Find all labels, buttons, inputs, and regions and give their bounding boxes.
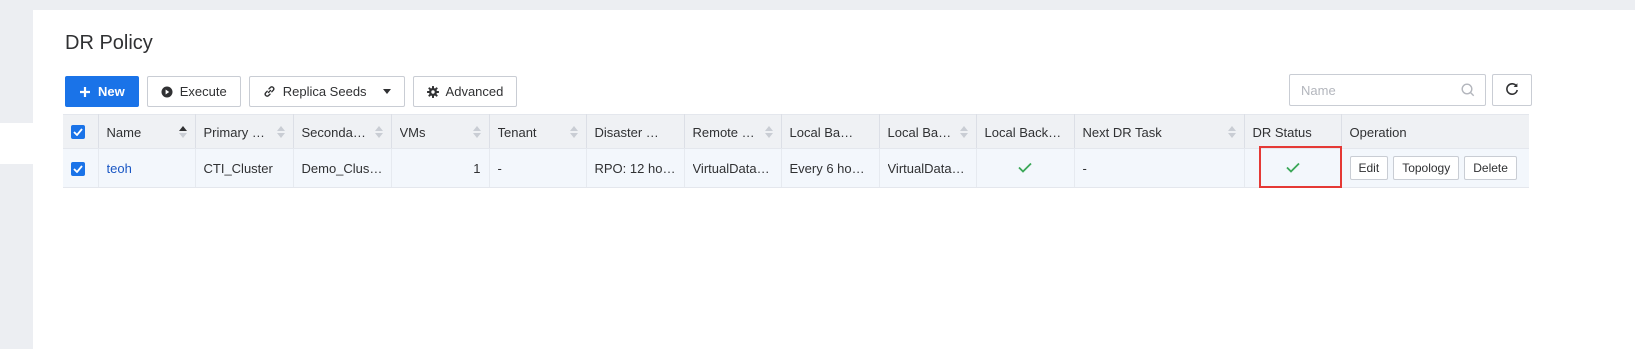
plus-icon [79, 86, 91, 98]
cell-local-backup-3 [976, 148, 1075, 188]
col-header-disaster-recovery[interactable]: Disaster Rec… [586, 114, 685, 149]
cell-disaster-recovery: RPO: 12 hours [586, 148, 685, 188]
dr-policy-table: Name Primary Site Secondar… VMs Tenant D… [63, 114, 1529, 188]
table-row[interactable]: teoh CTI_Cluster Demo_Cluster 1 - RPO: 1… [63, 148, 1529, 188]
col-header-dr-status: DR Status [1244, 114, 1342, 149]
select-all-header [63, 114, 99, 149]
topology-button[interactable]: Topology [1393, 156, 1460, 180]
sort-icon[interactable] [764, 126, 773, 138]
search-icon[interactable] [1461, 83, 1475, 100]
col-header-name-label: Name [106, 124, 142, 140]
sort-icon[interactable] [472, 126, 481, 138]
page-title: DR Policy [65, 32, 153, 54]
link-icon [263, 85, 276, 98]
cell-dr-status [1244, 148, 1342, 188]
cell-primary-site: CTI_Cluster [195, 148, 294, 188]
delete-button[interactable]: Delete [1464, 156, 1517, 180]
next-dr-task-value: - [1082, 160, 1087, 176]
row-select-cell [63, 148, 99, 188]
cell-local-backup: Every 6 hour(s) [781, 148, 880, 188]
check-icon [1018, 161, 1032, 176]
remote-backup-value: VirtualDatast… [692, 160, 773, 176]
content-panel: DR Policy New Execute Replica Seeds Adva… [33, 10, 1635, 349]
search-input[interactable] [1301, 75, 1461, 105]
col-header-local-backup-3[interactable]: Local Backup… [976, 114, 1075, 149]
col-header-secondary-site-label: Secondar… [301, 124, 367, 140]
sidebar-active-indicator [0, 123, 33, 164]
execute-button-label: Execute [179, 84, 227, 99]
col-header-local-backup[interactable]: Local Backup [781, 114, 880, 149]
replica-seeds-dropdown[interactable]: Replica Seeds [248, 76, 405, 107]
col-header-vms-label: VMs [399, 124, 426, 140]
vms-value: 1 [473, 160, 481, 176]
col-header-vms[interactable]: VMs [391, 114, 490, 149]
tenant-value: - [497, 160, 502, 176]
advanced-button-label: Advanced [445, 84, 504, 99]
col-header-secondary-site[interactable]: Secondar… [293, 114, 392, 149]
sort-icon[interactable] [374, 126, 383, 138]
col-header-local-backup-label: Local Backup [789, 124, 855, 140]
col-header-next-dr-task-label: Next DR Task [1082, 124, 1162, 140]
toolbar: New Execute Replica Seeds Advanced [65, 76, 518, 107]
new-button-label: New [98, 84, 125, 99]
play-circle-icon [161, 86, 173, 98]
new-button[interactable]: New [65, 76, 139, 107]
col-header-tenant[interactable]: Tenant [489, 114, 587, 149]
select-all-checkbox[interactable] [71, 125, 85, 139]
col-header-local-backup-3-label: Local Backup… [984, 124, 1066, 140]
advanced-button[interactable]: Advanced [412, 76, 518, 107]
search-box [1289, 74, 1486, 106]
policy-name-link[interactable]: teoh [107, 161, 187, 176]
replica-seeds-label: Replica Seeds [282, 84, 367, 99]
table-header-row: Name Primary Site Secondar… VMs Tenant D… [63, 114, 1529, 149]
col-header-remote-backup-label: Remote B… [692, 124, 757, 140]
sort-icon[interactable] [569, 126, 578, 138]
local-backup-value: Every 6 hour(s) [789, 160, 871, 176]
sort-icon[interactable] [276, 126, 285, 138]
refresh-icon [1505, 82, 1519, 99]
cell-vms: 1 [391, 148, 490, 188]
col-header-remote-backup[interactable]: Remote B… [684, 114, 782, 149]
col-header-name[interactable]: Name [98, 114, 196, 149]
col-header-local-backup-2-label: Local Bac… [887, 124, 952, 140]
col-header-next-dr-task[interactable]: Next DR Task [1074, 114, 1245, 149]
check-icon [1285, 161, 1300, 176]
col-header-operation-label: Operation [1349, 124, 1407, 140]
caret-down-icon [382, 89, 391, 94]
sort-asc-icon[interactable] [178, 126, 187, 138]
sort-icon[interactable] [1227, 126, 1236, 138]
execute-button[interactable]: Execute [146, 76, 241, 107]
col-header-dr-status-label: DR Status [1252, 124, 1312, 140]
gear-icon [426, 85, 439, 98]
col-header-primary-site[interactable]: Primary Site [195, 114, 294, 149]
disaster-recovery-value: RPO: 12 hours [594, 160, 676, 176]
sort-icon[interactable] [959, 126, 968, 138]
local-backup-2-value: VirtualDatast… [887, 160, 968, 176]
cell-secondary-site: Demo_Cluster [293, 148, 392, 188]
col-header-local-backup-2[interactable]: Local Bac… [879, 114, 977, 149]
secondary-site-value: Demo_Cluster [301, 160, 383, 176]
cell-operation: Edit Topology Delete [1341, 148, 1529, 188]
refresh-button[interactable] [1492, 74, 1532, 106]
cell-name: teoh [98, 148, 196, 188]
col-header-operation: Operation [1341, 114, 1529, 149]
cell-tenant: - [489, 148, 587, 188]
primary-site-value: CTI_Cluster [203, 160, 273, 176]
edit-button[interactable]: Edit [1349, 156, 1389, 180]
cell-local-backup-2: VirtualDatast… [879, 148, 977, 188]
left-sidebar-strip [0, 0, 33, 349]
cell-next-dr-task: - [1074, 148, 1245, 188]
row-checkbox[interactable] [71, 161, 85, 176]
col-header-primary-site-label: Primary Site [203, 124, 269, 140]
col-header-tenant-label: Tenant [497, 124, 537, 140]
cell-remote-backup: VirtualDatast… [684, 148, 782, 188]
col-header-disaster-recovery-label: Disaster Rec… [594, 124, 660, 140]
